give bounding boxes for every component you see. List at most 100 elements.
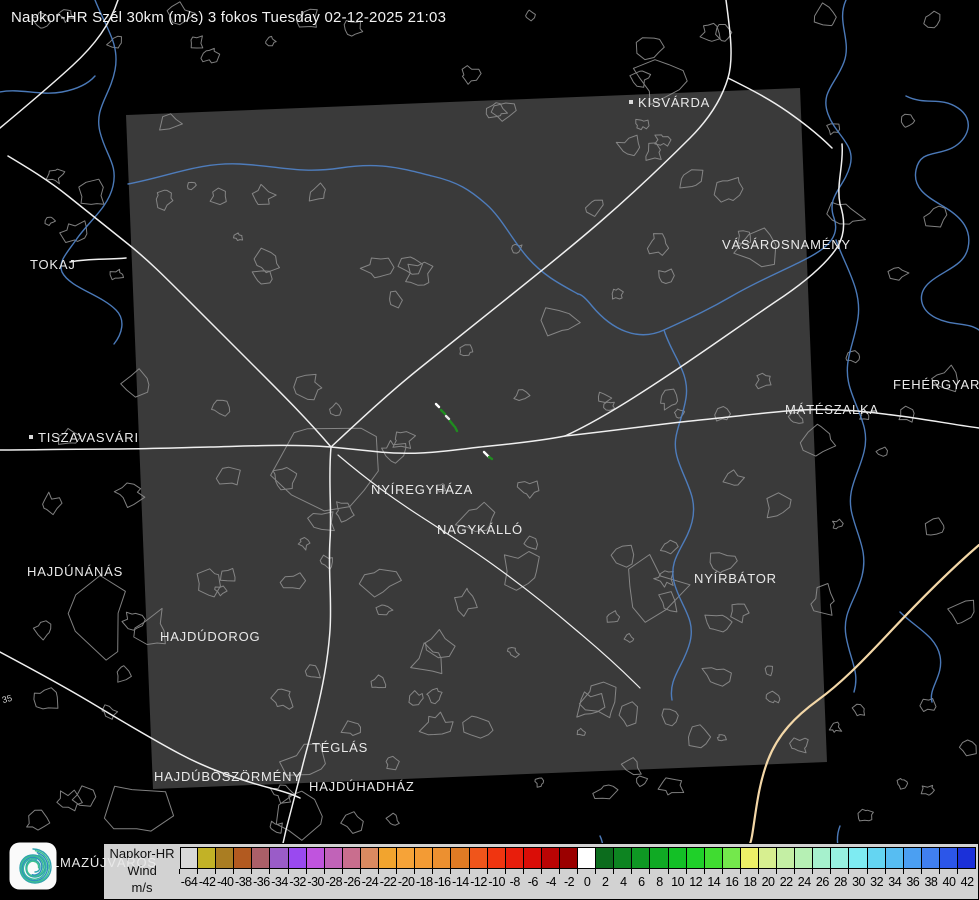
legend-tick xyxy=(631,869,632,874)
legend-stop--12: -12 xyxy=(470,847,488,889)
legend-tick xyxy=(776,869,777,874)
legend-tick xyxy=(885,869,886,874)
legend-tick xyxy=(233,869,234,874)
legend-swatch xyxy=(849,847,867,869)
legend-value: 8 xyxy=(656,875,662,889)
legend-stop--20: -20 xyxy=(397,847,415,889)
legend-stop--42: -42 xyxy=(198,847,216,889)
legend-stop--6: -6 xyxy=(524,847,542,889)
legend-value: 18 xyxy=(744,875,757,889)
legend-tick xyxy=(450,869,451,874)
legend-swatch xyxy=(379,847,397,869)
legend-swatch xyxy=(433,847,451,869)
legend-stop-24: 24 xyxy=(795,847,813,889)
legend-swatch xyxy=(868,847,886,869)
legend-tick xyxy=(505,869,506,874)
legend-tick xyxy=(957,869,958,874)
legend-swatch xyxy=(831,847,849,869)
legend-swatch xyxy=(669,847,687,869)
legend-value: -2 xyxy=(564,875,574,889)
legend-stop-30: 30 xyxy=(849,847,867,889)
legend-stop-12: 12 xyxy=(687,847,705,889)
legend-value: -42 xyxy=(199,875,216,889)
legend-swatch xyxy=(542,847,560,869)
legend-value: -40 xyxy=(217,875,234,889)
legend-swatch xyxy=(886,847,904,869)
legend-stop--8: -8 xyxy=(506,847,524,889)
legend-swatch xyxy=(397,847,415,869)
legend-value: -20 xyxy=(398,875,415,889)
legend-value: 40 xyxy=(943,875,956,889)
legend-stop--30: -30 xyxy=(307,847,325,889)
legend-stop-8: 8 xyxy=(650,847,668,889)
radar-service-logo xyxy=(9,842,57,890)
legend-stop-36: 36 xyxy=(904,847,922,889)
legend-stop--4: -4 xyxy=(542,847,560,889)
legend-stop-26: 26 xyxy=(813,847,831,889)
legend-value: -38 xyxy=(235,875,252,889)
legend-title: Napkor-HR Wind m/s xyxy=(104,845,180,900)
legend-value: 30 xyxy=(852,875,865,889)
legend-swatch xyxy=(488,847,506,869)
legend-stop--34: -34 xyxy=(270,847,288,889)
legend-value: -26 xyxy=(344,875,361,889)
legend-swatch xyxy=(252,847,270,869)
radar-map-canvas xyxy=(0,0,979,900)
legend-tick xyxy=(903,869,904,874)
legend-swatch xyxy=(904,847,922,869)
legend-tick xyxy=(342,869,343,874)
legend-tick xyxy=(396,869,397,874)
radar-coverage-area xyxy=(126,88,827,789)
legend-tick xyxy=(812,869,813,874)
legend-tick xyxy=(179,869,180,874)
legend-value: -24 xyxy=(362,875,379,889)
legend-stop--22: -22 xyxy=(379,847,397,889)
legend-swatch xyxy=(759,847,777,869)
legend-swatch xyxy=(415,847,433,869)
legend-tick xyxy=(541,869,542,874)
legend-swatch xyxy=(813,847,831,869)
legend-tick xyxy=(251,869,252,874)
legend-swatch xyxy=(705,847,723,869)
legend-value: 22 xyxy=(780,875,793,889)
legend-tick xyxy=(360,869,361,874)
legend-unit: m/s xyxy=(104,879,180,896)
legend-value: -4 xyxy=(546,875,556,889)
legend-stop--28: -28 xyxy=(325,847,343,889)
legend-value: 38 xyxy=(924,875,937,889)
legend-swatch xyxy=(614,847,632,869)
legend-value: 10 xyxy=(671,875,684,889)
legend-swatch xyxy=(940,847,958,869)
legend-swatch xyxy=(180,847,198,869)
legend-tick xyxy=(848,869,849,874)
legend-tick xyxy=(215,869,216,874)
legend-swatch xyxy=(723,847,741,869)
legend-value: 0 xyxy=(584,875,590,889)
legend-stop--2: -2 xyxy=(560,847,578,889)
legend-tick xyxy=(613,869,614,874)
legend-swatch xyxy=(216,847,234,869)
legend-tick xyxy=(921,869,922,874)
legend-value: -6 xyxy=(528,875,538,889)
legend-stop-18: 18 xyxy=(741,847,759,889)
legend-stop-16: 16 xyxy=(723,847,741,889)
legend-tick xyxy=(649,869,650,874)
legend-stop-28: 28 xyxy=(831,847,849,889)
legend-value: 4 xyxy=(620,875,626,889)
color-scale-legend: Napkor-HR Wind m/s -64-42-40-38-36-34-32… xyxy=(103,843,979,900)
legend-tick xyxy=(758,869,759,874)
legend-value: -14 xyxy=(452,875,469,889)
legend-value: -8 xyxy=(510,875,520,889)
legend-tick xyxy=(794,869,795,874)
legend-swatch xyxy=(560,847,578,869)
legend-swatch xyxy=(361,847,379,869)
legend-swatch xyxy=(307,847,325,869)
legend-swatch xyxy=(632,847,650,869)
legend-value: 12 xyxy=(689,875,702,889)
legend-swatch xyxy=(524,847,542,869)
legend-value: 28 xyxy=(834,875,847,889)
legend-tick xyxy=(288,869,289,874)
legend-value: 2 xyxy=(602,875,608,889)
legend-swatch xyxy=(506,847,524,869)
legend-value: -12 xyxy=(470,875,487,889)
